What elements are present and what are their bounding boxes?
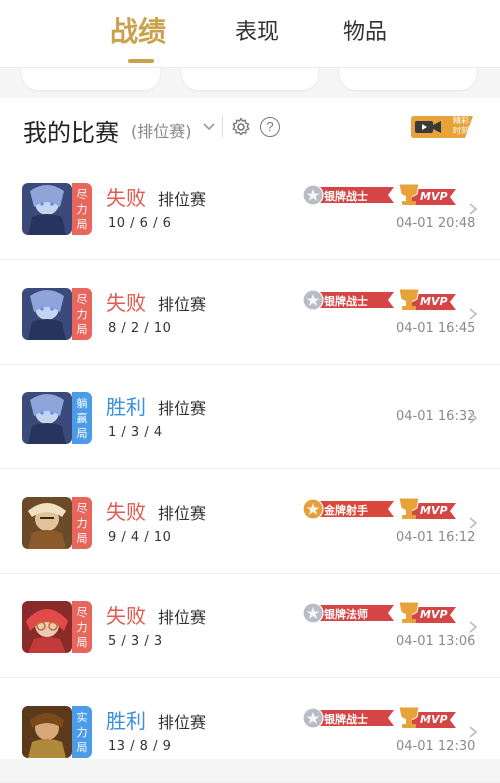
- match-row[interactable]: 尽力局失败 排位赛 8 / 2 / 10 银牌战士 MVP 04-01 16:45: [0, 261, 500, 365]
- match-mode: 排位赛: [158, 712, 207, 732]
- match-result: 胜利: [106, 395, 146, 419]
- medal-badge: 银牌战士: [302, 184, 394, 206]
- tab-performance[interactable]: 表现: [235, 14, 279, 46]
- chevron-down-icon[interactable]: [202, 120, 216, 134]
- kda-score: 1 / 3 / 4: [108, 425, 163, 440]
- match-row[interactable]: 尽力局失败 排位赛 5 / 3 / 3 银牌法师 MVP 04-01 13:06: [0, 574, 500, 678]
- match-time: 04-01 16:32: [396, 409, 476, 424]
- tab-items[interactable]: 物品: [343, 14, 387, 46]
- medal-badge: 银牌战士: [302, 288, 394, 311]
- match-mode: 排位赛: [158, 190, 207, 209]
- match-result: 失败: [106, 499, 146, 524]
- hero-avatar: [22, 287, 72, 340]
- chevron-right-icon[interactable]: [468, 620, 478, 634]
- hero-avatar: [22, 705, 72, 758]
- match-row[interactable]: 尽力局失败 排位赛 10 / 6 / 6 银牌战士 MVP 04-01 20:48: [0, 156, 500, 260]
- match-time: 04-01 12:30: [396, 738, 476, 754]
- match-time: 04-01 16:45: [396, 320, 476, 336]
- active-tab-indicator: [128, 59, 154, 63]
- summary-card-3[interactable]: [340, 68, 476, 90]
- hero-avatar: [22, 601, 72, 653]
- section-title: 我的比赛: [23, 119, 119, 147]
- mvp-trophy-icon: MVP: [396, 600, 456, 626]
- top-tab-bar: 战绩 表现 物品: [0, 0, 500, 68]
- match-time: 04-01 20:48: [396, 216, 476, 231]
- mvp-trophy-icon: MVP: [396, 182, 456, 208]
- match-tag: 尽力局: [72, 287, 92, 340]
- kda-score: 5 / 3 / 3: [108, 634, 163, 649]
- medal-badge: 金牌射手: [302, 497, 394, 520]
- match-tag: 躺赢局: [72, 392, 92, 444]
- highlight-moments-button[interactable]: 精彩 时刻: [411, 116, 475, 138]
- chevron-right-icon[interactable]: [468, 202, 478, 216]
- divider: [222, 116, 223, 138]
- match-row[interactable]: 躺赢局胜利 排位赛 1 / 3 / 4 04-01 16:32: [0, 365, 500, 469]
- match-row[interactable]: 实力局胜利 排位赛 13 / 8 / 9 银牌战士 MVP 04-01 12:30: [0, 679, 500, 783]
- my-matches-header: 我的比赛 (排位赛) ? 精彩 时刻: [0, 98, 500, 156]
- match-mode: 排位赛: [158, 399, 207, 418]
- hero-avatar: [22, 183, 72, 235]
- gear-icon[interactable]: [231, 117, 251, 137]
- chevron-right-icon[interactable]: [468, 516, 478, 530]
- hero-avatar: [22, 392, 72, 444]
- help-icon[interactable]: ?: [260, 117, 280, 137]
- matches-panel: 我的比赛 (排位赛) ? 精彩 时刻 尽力局失败 排位赛 10 / 6 / 6 银牌战…: [0, 98, 500, 783]
- mvp-trophy-icon: MVP: [396, 496, 456, 522]
- chevron-right-icon[interactable]: [468, 307, 478, 321]
- mvp-trophy-icon: MVP: [396, 705, 456, 731]
- match-tag: 尽力局: [72, 496, 92, 549]
- summary-card-2[interactable]: [182, 68, 318, 90]
- match-result: 失败: [106, 604, 146, 628]
- highlight-label: 精彩 时刻: [453, 116, 469, 135]
- mode-filter[interactable]: (排位赛): [131, 118, 192, 142]
- match-time: 04-01 16:12: [396, 529, 476, 545]
- summary-card-1[interactable]: [22, 68, 160, 90]
- medal-badge: 银牌法师: [302, 602, 394, 624]
- match-result: 失败: [106, 290, 146, 315]
- match-mode: 排位赛: [158, 503, 207, 523]
- kda-score: 9 / 4 / 10: [108, 529, 172, 545]
- match-tag: 实力局: [72, 705, 92, 758]
- match-tag: 尽力局: [72, 601, 92, 653]
- summary-cards-strip: [0, 68, 500, 98]
- chevron-right-icon[interactable]: [468, 725, 478, 739]
- match-row[interactable]: 尽力局失败 排位赛 9 / 4 / 10 金牌射手 MVP 04-01 16:12: [0, 470, 500, 574]
- kda-score: 8 / 2 / 10: [108, 320, 172, 336]
- match-result: 胜利: [106, 708, 146, 733]
- tab-record[interactable]: 战绩: [110, 10, 166, 50]
- kda-score: 13 / 8 / 9: [108, 738, 172, 754]
- match-time: 04-01 13:06: [396, 634, 476, 649]
- match-mode: 排位赛: [158, 608, 207, 627]
- match-tag: 尽力局: [72, 183, 92, 235]
- chevron-right-icon[interactable]: [468, 411, 478, 425]
- medal-badge: 银牌战士: [302, 706, 394, 729]
- hero-avatar: [22, 496, 72, 549]
- match-result: 失败: [106, 186, 146, 210]
- mvp-trophy-icon: MVP: [396, 287, 456, 313]
- kda-score: 10 / 6 / 6: [108, 216, 172, 231]
- match-mode: 排位赛: [158, 294, 207, 314]
